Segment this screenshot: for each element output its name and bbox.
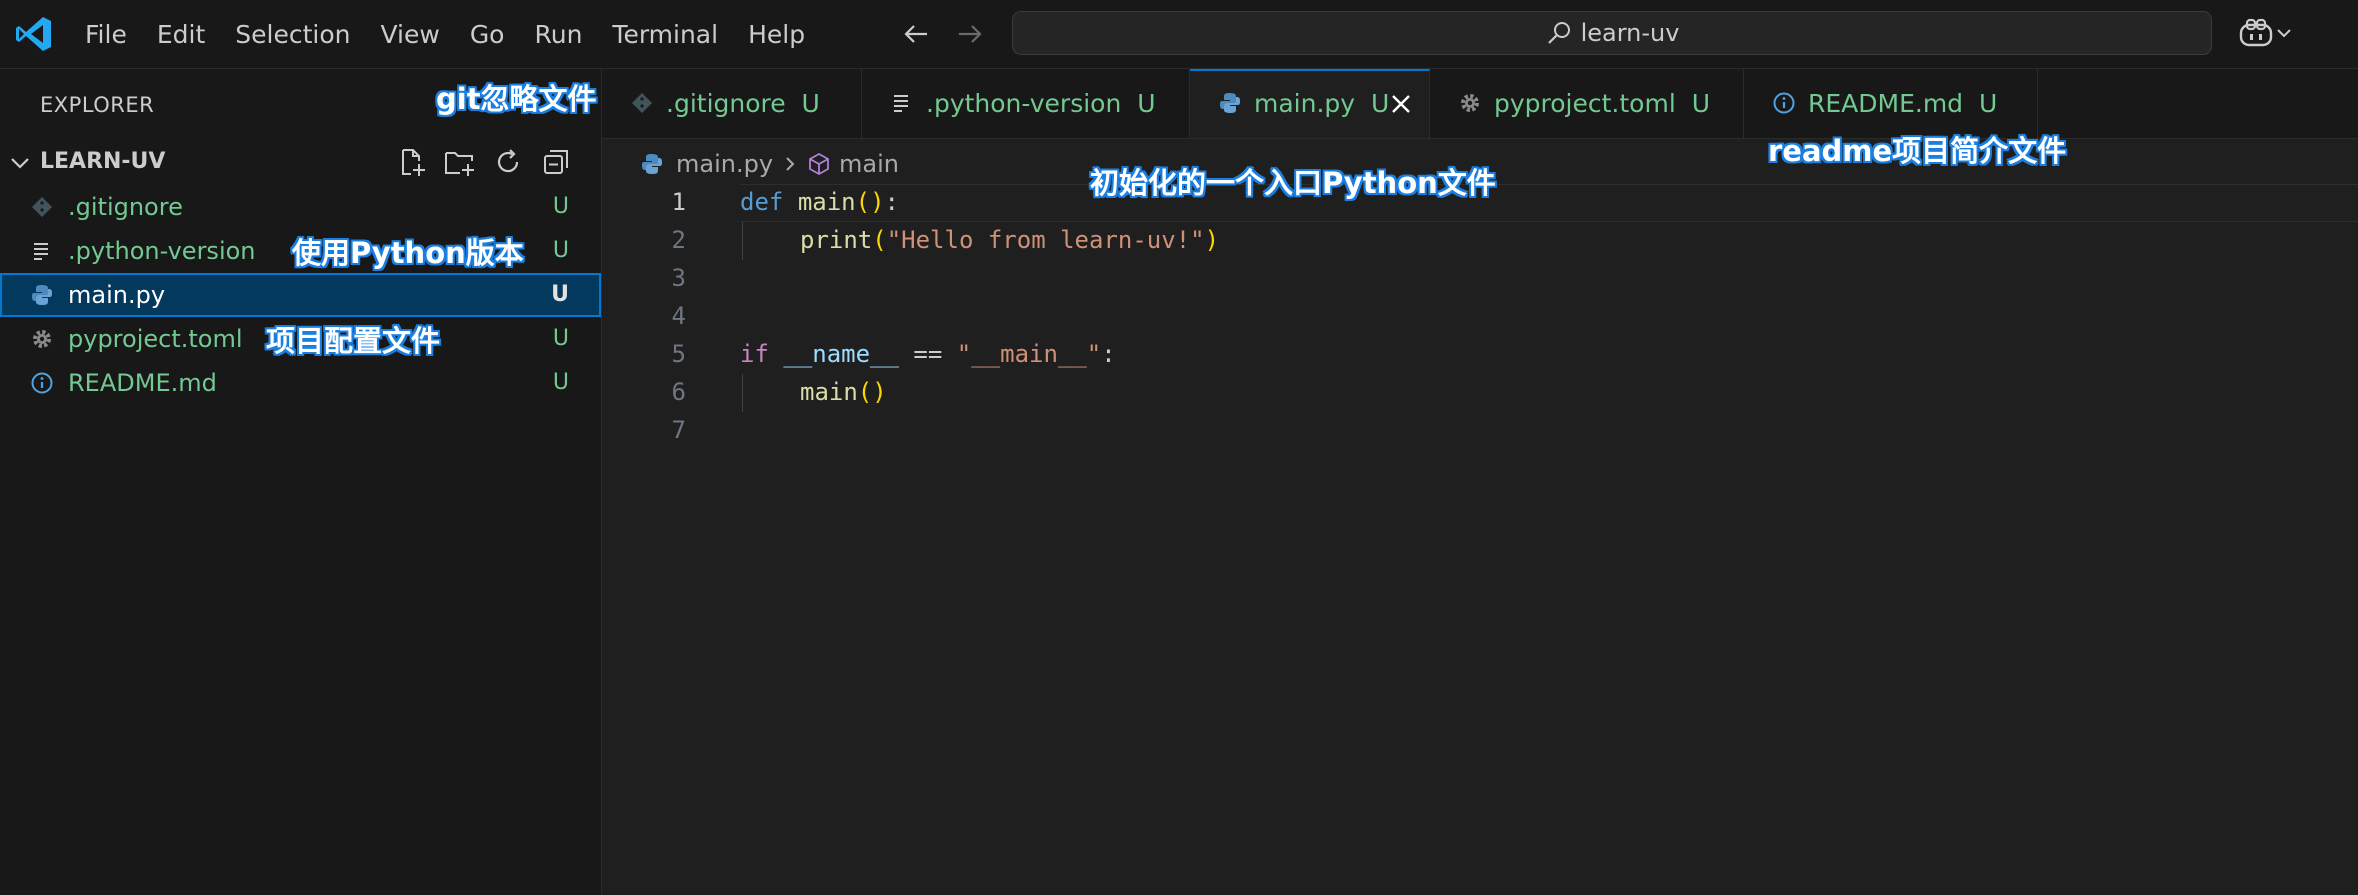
tab-gitignore[interactable]: .gitignore U xyxy=(602,69,862,138)
git-icon xyxy=(630,91,654,115)
python-icon xyxy=(640,152,664,176)
search-text: learn-uv xyxy=(1580,19,1680,47)
code-line-6: 6 main() xyxy=(602,374,2358,412)
menu-edit[interactable]: Edit xyxy=(142,20,220,49)
code-text: main() xyxy=(800,378,887,406)
git-icon xyxy=(30,195,54,219)
menu-run[interactable]: Run xyxy=(519,20,597,49)
refresh-icon[interactable] xyxy=(491,145,525,179)
explorer-actions xyxy=(395,145,573,179)
title-bar: File Edit Selection View Go Run Terminal… xyxy=(0,0,2358,69)
tab-label: README.md U xyxy=(1808,89,1998,118)
menu-terminal[interactable]: Terminal xyxy=(597,20,733,49)
file-name: .gitignore xyxy=(68,193,183,221)
arrow-left-icon[interactable] xyxy=(899,17,933,51)
tab-label: pyproject.toml U xyxy=(1494,89,1710,118)
git-status-badge: U xyxy=(552,194,569,219)
annotation-main-entry: 初始化的一个入口Python文件 xyxy=(1090,166,1496,200)
git-status-badge: U xyxy=(552,326,569,351)
git-status-badge: U xyxy=(552,370,569,395)
gear-icon xyxy=(30,327,54,351)
search-icon xyxy=(1545,19,1573,47)
line-number: 5 xyxy=(671,340,686,368)
command-center-search[interactable]: learn-uv xyxy=(1012,11,2212,55)
code-editor[interactable]: 1 def main(): 2 print("Hello from learn-… xyxy=(602,184,2358,895)
copilot-icon[interactable] xyxy=(2238,16,2298,52)
folder-name: LEARN-UV xyxy=(40,149,166,174)
python-icon xyxy=(1218,91,1242,115)
chevron-down-icon xyxy=(2277,29,2291,38)
lines-icon xyxy=(890,91,914,115)
file-name: .python-version xyxy=(68,237,256,265)
line-number: 1 xyxy=(671,188,686,216)
line-number: 3 xyxy=(671,264,686,292)
menu-selection[interactable]: Selection xyxy=(220,20,365,49)
sidebar-title: EXPLORER xyxy=(40,93,155,117)
line-number: 2 xyxy=(671,226,686,254)
code-text: print("Hello from learn-uv!") xyxy=(800,226,1220,254)
file-item-main-py[interactable]: main.py U xyxy=(0,273,601,317)
folder-section-header[interactable]: LEARN-UV xyxy=(0,141,601,185)
info-icon xyxy=(30,371,54,395)
info-icon xyxy=(1772,91,1796,115)
annotation-readme: readme项目简介文件 xyxy=(1768,134,2067,168)
tab-pyproject[interactable]: pyproject.toml U xyxy=(1430,69,1744,138)
file-item-gitignore[interactable]: .gitignore U xyxy=(0,185,601,229)
breadcrumb-file[interactable]: main.py xyxy=(676,150,773,178)
breadcrumb-symbol[interactable]: main xyxy=(839,150,899,178)
tab-label: .python-version U xyxy=(926,89,1156,118)
code-line-2: 2 print("Hello from learn-uv!") xyxy=(602,222,2358,260)
editor-tab-bar: .gitignore U .python-version U main.py U… xyxy=(602,69,2358,139)
python-icon xyxy=(30,283,54,307)
collapse-all-icon[interactable] xyxy=(539,145,573,179)
git-status-badge: U xyxy=(551,282,569,307)
annotation-python-version: 使用Python版本 xyxy=(292,236,524,270)
new-folder-icon[interactable] xyxy=(443,145,477,179)
code-line-4: 4 xyxy=(602,298,2358,336)
chevron-right-icon xyxy=(781,155,799,173)
tab-python-version[interactable]: .python-version U xyxy=(862,69,1190,138)
code-text: def main(): xyxy=(740,188,899,216)
gear-icon xyxy=(1458,91,1482,115)
tab-label: main.py U xyxy=(1254,89,1390,118)
line-number: 6 xyxy=(671,378,686,406)
line-number: 4 xyxy=(671,302,686,330)
menu-help[interactable]: Help xyxy=(733,20,820,49)
annotation-gitignore: git忽略文件 xyxy=(436,82,597,116)
code-line-5: 5 if __name__ == "__main__": xyxy=(602,336,2358,374)
tab-label: .gitignore U xyxy=(666,89,820,118)
new-file-icon[interactable] xyxy=(395,145,429,179)
tab-main-py[interactable]: main.py U xyxy=(1190,69,1430,138)
menu-bar: File Edit Selection View Go Run Terminal… xyxy=(70,0,820,68)
symbol-method-icon xyxy=(807,152,831,176)
file-item-readme[interactable]: README.md U xyxy=(0,361,601,405)
code-line-3: 3 xyxy=(602,260,2358,298)
annotation-pyproject: 项目配置文件 xyxy=(266,324,441,358)
breadcrumb: main.py main xyxy=(640,146,899,182)
menu-file[interactable]: File xyxy=(70,20,142,49)
close-icon[interactable] xyxy=(1388,91,1414,117)
file-name: README.md xyxy=(68,369,217,397)
file-name: pyproject.toml xyxy=(68,325,243,353)
vscode-logo-icon[interactable] xyxy=(14,14,54,54)
git-status-badge: U xyxy=(552,238,569,263)
arrow-right-icon[interactable] xyxy=(953,17,987,51)
lines-icon xyxy=(30,239,54,263)
file-name: main.py xyxy=(68,281,166,309)
menu-view[interactable]: View xyxy=(365,20,454,49)
explorer-sidebar: EXPLORER LEARN-UV .gitignore U .python-v… xyxy=(0,69,602,895)
line-number: 7 xyxy=(671,416,686,444)
chevron-down-icon[interactable] xyxy=(8,151,32,175)
code-text: if __name__ == "__main__": xyxy=(740,340,1116,368)
code-line-7: 7 xyxy=(602,412,2358,450)
menu-go[interactable]: Go xyxy=(455,20,520,49)
